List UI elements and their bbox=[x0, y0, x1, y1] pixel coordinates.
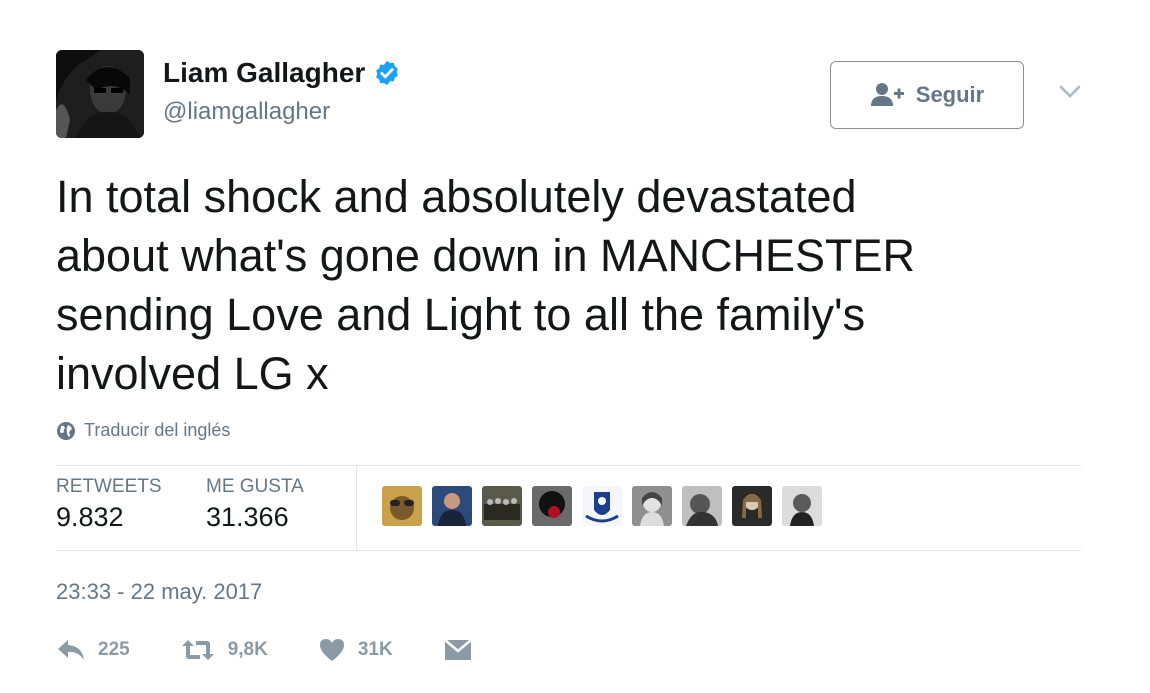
reply-button[interactable]: 225 bbox=[56, 638, 130, 662]
likes-label: ME GUSTA bbox=[206, 476, 304, 497]
like-button[interactable]: 31K bbox=[318, 638, 393, 662]
tweet-text: In total shock and absolutely devastated… bbox=[56, 167, 1076, 403]
translate-label: Traducir del inglés bbox=[84, 420, 231, 440]
liker-avatars bbox=[382, 486, 822, 526]
stats-separator bbox=[356, 466, 357, 550]
likes-count: 31.366 bbox=[206, 502, 289, 532]
liker-avatar[interactable] bbox=[382, 486, 422, 526]
retweet-count: 9,8K bbox=[227, 639, 268, 660]
tweet-timestamp[interactable]: 23:33 - 22 may. 2017 bbox=[56, 579, 262, 605]
follow-person-icon bbox=[870, 83, 904, 106]
retweets-label: RETWEETS bbox=[56, 476, 162, 497]
retweet-button[interactable]: 9,8K bbox=[180, 638, 268, 662]
globe-icon bbox=[57, 421, 75, 440]
retweets-count: 9.832 bbox=[56, 502, 124, 532]
reply-icon bbox=[58, 640, 84, 660]
likes-stat[interactable]: ME GUSTA 31.366 bbox=[206, 476, 304, 533]
divider bbox=[56, 550, 1081, 551]
direct-message-button[interactable] bbox=[443, 638, 485, 662]
retweets-stat[interactable]: RETWEETS 9.832 bbox=[56, 476, 162, 533]
direct-message-icon bbox=[443, 639, 472, 660]
liker-avatar[interactable] bbox=[532, 486, 572, 526]
liker-avatar[interactable] bbox=[632, 486, 672, 526]
translate-link[interactable]: Traducir del inglés bbox=[56, 420, 230, 441]
like-count: 31K bbox=[357, 639, 393, 660]
tweet-stats: RETWEETS 9.832 ME GUSTA 31.366 bbox=[56, 466, 1081, 550]
retweet-icon bbox=[181, 640, 214, 660]
tweet-line: involved LG x bbox=[56, 348, 329, 399]
tweet-line: about what's gone down in MANCHESTER bbox=[56, 230, 915, 281]
liker-avatar[interactable] bbox=[682, 486, 722, 526]
tweet-line: sending Love and Light to all the family… bbox=[56, 289, 866, 340]
verified-badge-icon bbox=[376, 60, 399, 86]
follow-button-label: Seguir bbox=[915, 82, 985, 107]
reply-count: 225 bbox=[98, 639, 130, 660]
liker-avatar[interactable] bbox=[482, 486, 522, 526]
chevron-down-icon[interactable] bbox=[1058, 84, 1082, 100]
liker-avatar[interactable] bbox=[582, 486, 622, 526]
follow-button[interactable]: Seguir bbox=[830, 61, 1024, 129]
display-name[interactable]: Liam Gallagher bbox=[163, 57, 401, 89]
tweet-line: In total shock and absolutely devastated bbox=[56, 171, 857, 222]
tweet-actions: 225 9,8K 31K bbox=[56, 638, 535, 662]
user-handle[interactable]: @liamgallagher bbox=[163, 98, 330, 126]
avatar[interactable] bbox=[56, 50, 144, 138]
liker-avatar[interactable] bbox=[432, 486, 472, 526]
heart-icon bbox=[319, 639, 344, 661]
liker-avatar[interactable] bbox=[782, 486, 822, 526]
liker-avatar[interactable] bbox=[732, 486, 772, 526]
display-name-text: Liam Gallagher bbox=[163, 57, 366, 88]
